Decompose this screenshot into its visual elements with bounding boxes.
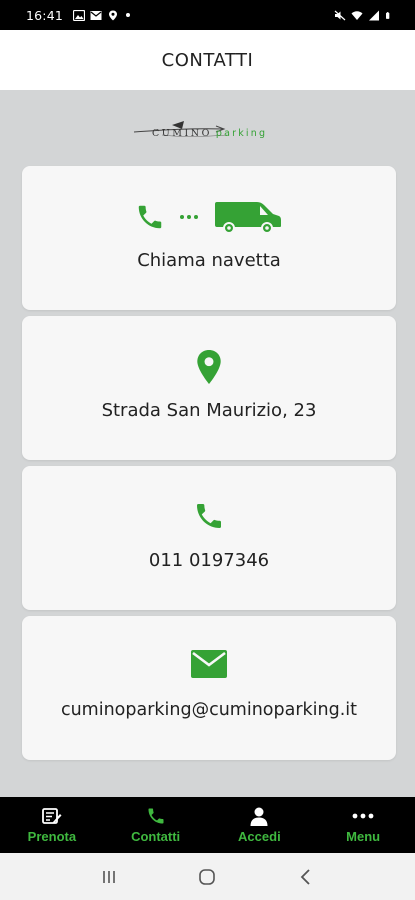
home-button[interactable] bbox=[192, 862, 222, 892]
location-pin-icon bbox=[197, 350, 221, 384]
call-shuttle-label: Chiama navetta bbox=[137, 250, 281, 271]
logo-text-main: CUMINO bbox=[152, 128, 212, 139]
page-title: CONTATTI bbox=[161, 49, 254, 71]
wifi-icon bbox=[351, 10, 363, 20]
phone-icon bbox=[148, 808, 164, 824]
gallery-icon bbox=[73, 9, 86, 21]
logo-text-accent: parking bbox=[215, 128, 268, 139]
nav-label-prenota: Prenota bbox=[27, 829, 77, 844]
status-bar: 16:41 bbox=[0, 0, 415, 30]
phone-number-label: 011 0197346 bbox=[148, 550, 270, 571]
app-header: CONTATTI bbox=[0, 30, 415, 90]
cumino-parking-logo: CUMINO parking bbox=[132, 112, 288, 146]
back-button[interactable] bbox=[291, 862, 321, 892]
system-navigation-bar bbox=[0, 853, 415, 900]
address-card[interactable]: Strada San Maurizio, 23 bbox=[22, 316, 396, 460]
battery-icon bbox=[386, 11, 390, 19]
call-shuttle-card[interactable]: Chiama navetta bbox=[22, 166, 396, 310]
nav-item-accedi[interactable]: Accedi bbox=[208, 797, 312, 853]
envelope-icon bbox=[191, 650, 227, 678]
nav-label-contatti: Contatti bbox=[131, 829, 181, 844]
ellipsis-icon bbox=[180, 215, 198, 219]
bottom-navigation: Prenota Contatti Accedi Menu bbox=[0, 797, 415, 853]
nav-label-accedi: Accedi bbox=[238, 829, 281, 844]
email-label: cuminoparking@cuminoparking.it bbox=[60, 700, 358, 720]
more-dots-icon bbox=[352, 813, 374, 819]
home-icon bbox=[199, 868, 216, 885]
location-status-icon bbox=[109, 10, 118, 20]
nav-label-menu: Menu bbox=[346, 829, 381, 844]
nav-item-contatti[interactable]: Contatti bbox=[104, 797, 208, 853]
mail-icon bbox=[90, 10, 102, 20]
nav-item-prenota[interactable]: Prenota bbox=[0, 797, 104, 853]
nav-item-menu[interactable]: Menu bbox=[311, 797, 415, 853]
phone-icon bbox=[197, 504, 221, 528]
van-icon bbox=[215, 202, 281, 234]
user-icon bbox=[250, 807, 268, 826]
status-time: 16:41 bbox=[26, 7, 64, 23]
phone-icon bbox=[138, 205, 162, 229]
phone-card[interactable]: 011 0197346 bbox=[22, 466, 396, 610]
recent-apps-button[interactable] bbox=[94, 862, 124, 892]
back-chevron-icon bbox=[300, 868, 310, 885]
signal-icon bbox=[369, 10, 379, 20]
email-card[interactable]: cuminoparking@cuminoparking.it bbox=[22, 616, 396, 760]
address-label: Strada San Maurizio, 23 bbox=[101, 400, 317, 421]
notification-dot-icon bbox=[126, 13, 131, 17]
mute-icon bbox=[334, 10, 346, 20]
recent-apps-icon bbox=[103, 870, 115, 883]
calendar-edit-icon bbox=[41, 808, 62, 824]
